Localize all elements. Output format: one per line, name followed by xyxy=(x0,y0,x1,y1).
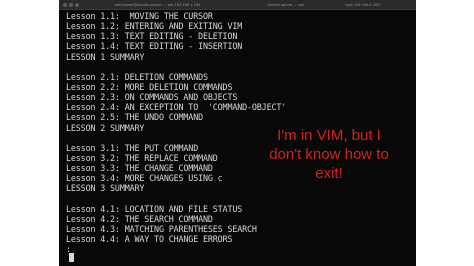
terminal-line: Lesson 2.3: ON COMMANDS AND OBJECTS xyxy=(66,92,238,103)
terminal-line: Lesson 2.2: MORE DELETION COMMANDS xyxy=(66,81,233,92)
terminal-line: LESSON 1 SUMMARY xyxy=(66,51,145,62)
close-window-icon[interactable] xyxy=(63,2,67,7)
terminal-tab-3[interactable]: ~/ssh 192.168.1.183 xyxy=(343,3,413,7)
terminal-line: Lesson 1.3: TEXT EDITING - DELETION xyxy=(66,31,238,42)
terminal-line: Lesson 2.1: DELETION COMMANDS xyxy=(66,71,208,82)
terminal-line: Lesson 1.4: TEXT EDITING - INSERTION xyxy=(66,41,243,52)
terminal-line: Lesson 2.5: THE UNDO COMMAND xyxy=(66,112,203,123)
window-controls[interactable] xyxy=(63,2,79,7)
caption-overlay: I'm in VIM, but I don't know how to exit… xyxy=(244,126,414,183)
terminal-line: LESSON 3 SUMMARY xyxy=(66,183,145,194)
screenshot-frame: adminuser@ubuntu-server — ssh 192.168.1.… xyxy=(0,0,474,266)
text-cursor xyxy=(69,253,74,262)
terminal-line: Lesson 4.4: A WAY TO CHANGE ERRORS xyxy=(66,234,233,245)
terminal-line: Lesson 2.4: AN EXCEPTION TO 'COMMAND-OBJ… xyxy=(66,102,287,113)
caption-line: don't know how to xyxy=(269,146,389,163)
caption-line: I'm in VIM, but I xyxy=(277,127,381,144)
terminal-line: Lesson 4.1: LOCATION AND FILE STATUS xyxy=(66,203,243,214)
command-line[interactable]: : xyxy=(66,244,286,254)
terminal-line: Lesson 1.2: ENTERING AND EXITING VIM xyxy=(66,21,243,32)
caption-line: exit! xyxy=(315,165,343,182)
minimize-window-icon[interactable] xyxy=(69,2,73,7)
terminal-line: Lesson 1.1: MOVING THE CURSOR xyxy=(66,11,213,21)
terminal-tab-2[interactable]: ~/admin-server — ssh xyxy=(265,3,343,7)
terminal-line: Lesson 4.3: MATCHING PARENTHESES SEARCH xyxy=(66,223,257,234)
maximize-window-icon[interactable] xyxy=(75,2,79,7)
terminal-tab-1[interactable]: adminuser@ubuntu-server — ssh 192.168.1.… xyxy=(115,3,265,7)
terminal-titlebar[interactable]: adminuser@ubuntu-server — ssh 192.168.1.… xyxy=(59,0,416,10)
terminal-line: Lesson 4.2: THE SEARCH COMMAND xyxy=(66,213,213,224)
